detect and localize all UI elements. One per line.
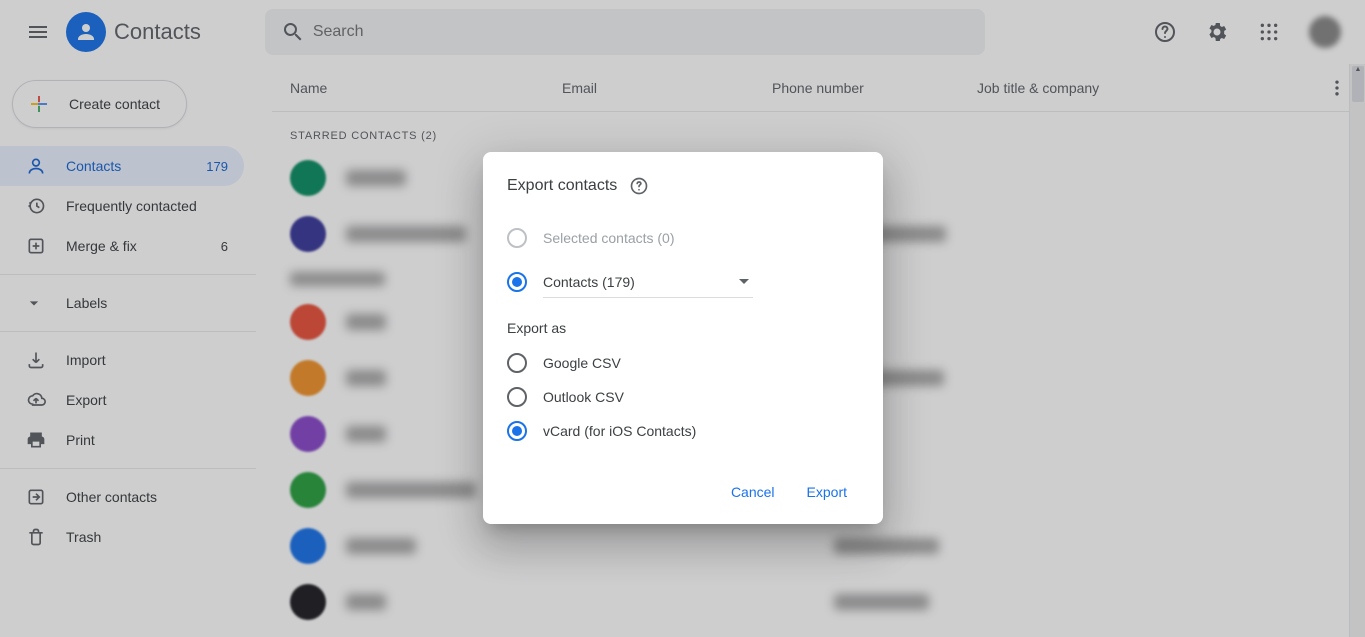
radio-selected-contacts-label: Selected contacts (0) <box>543 230 675 246</box>
radio-google-csv-label: Google CSV <box>543 355 621 371</box>
dialog-title: Export contacts <box>507 177 617 195</box>
radio-outlook-csv-label: Outlook CSV <box>543 389 624 405</box>
cancel-button[interactable]: Cancel <box>719 476 787 508</box>
radio-contacts-group[interactable] <box>507 272 527 292</box>
export-dialog: Export contacts Selected contacts (0) Co… <box>483 152 883 524</box>
help-icon <box>629 176 649 196</box>
dropdown-arrow-icon <box>739 279 749 284</box>
radio-google-csv[interactable] <box>507 353 527 373</box>
radio-vcard[interactable] <box>507 421 527 441</box>
dialog-help-button[interactable] <box>629 176 649 196</box>
export-as-heading: Export as <box>507 320 859 336</box>
radio-outlook-csv[interactable] <box>507 387 527 407</box>
export-button[interactable]: Export <box>795 476 859 508</box>
contacts-group-dropdown[interactable]: Contacts (179) <box>543 266 753 298</box>
radio-vcard-label: vCard (for iOS Contacts) <box>543 423 696 439</box>
radio-selected-contacts <box>507 228 527 248</box>
